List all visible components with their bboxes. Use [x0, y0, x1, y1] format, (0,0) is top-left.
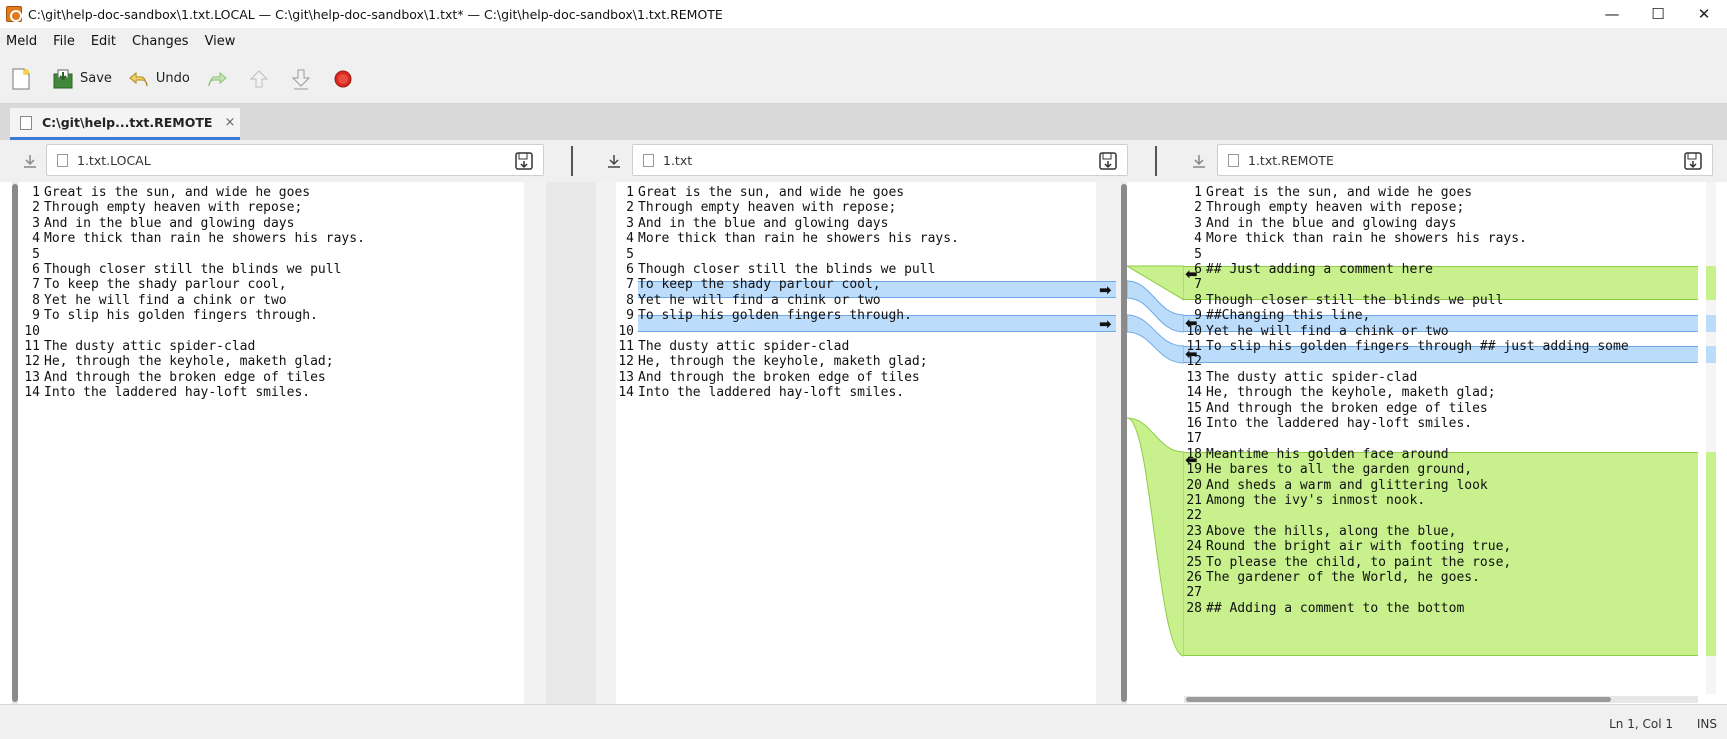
menu-view[interactable]: View: [199, 34, 242, 49]
undo-label: Undo: [155, 71, 190, 86]
diff-link-map: [1127, 265, 1184, 657]
line-text: Into the laddered hay-loft smiles.: [1206, 416, 1473, 431]
arrow-down-icon: [291, 69, 311, 89]
left-gutter: [524, 182, 546, 704]
right-file-name: 1.txt.REMOTE: [1248, 152, 1334, 168]
tab-bar: C:\git\help...txt.REMOTE ×: [0, 104, 1727, 140]
right-overview-map[interactable]: [1706, 182, 1716, 694]
arrow-up-icon: [249, 69, 269, 87]
line-number: 14: [24, 385, 40, 401]
right-save-icon[interactable]: [1684, 152, 1702, 170]
next-change-button[interactable]: [290, 68, 312, 90]
menu-file[interactable]: File: [47, 34, 81, 49]
save-icon: [52, 68, 74, 90]
pull-left-arrow-icon[interactable]: ⬅: [1185, 346, 1198, 363]
minimize-button[interactable]: —: [1589, 0, 1635, 28]
maximize-button[interactable]: ☐: [1635, 0, 1681, 28]
left-text-pane[interactable]: 1 Great is the sun, and wide he goes 2 Thro…: [22, 182, 546, 704]
right-horizontal-scrollbar[interactable]: [1184, 696, 1698, 703]
line-text: Into the laddered hay-loft smiles.: [638, 385, 905, 401]
window-controls: — ☐ ✕: [1589, 0, 1727, 28]
line-number: 28: [1186, 600, 1202, 616]
undo-icon: [128, 68, 150, 90]
pull-left-arrow-icon[interactable]: ⬅: [1185, 266, 1198, 283]
pull-left-arrow-icon[interactable]: ⬅: [1185, 315, 1198, 332]
middle-gutter-right: [1096, 182, 1122, 704]
line-text: Among the ivy's inmost nook.: [1206, 493, 1426, 508]
open-right-file-icon[interactable]: [1191, 153, 1207, 169]
window-title: C:\git\help-doc-sandbox\1.txt.LOCAL — C:…: [28, 6, 723, 22]
redo-icon: [208, 71, 227, 86]
line-text: To slip his golden fingers through.: [638, 308, 912, 324]
new-comparison-button[interactable]: [10, 68, 32, 90]
tab-label: C:\git\help...txt.REMOTE: [42, 115, 213, 130]
line-text: To slip his golden fingers through ## ju…: [1206, 339, 1629, 354]
cursor-position: Ln 1, Col 1: [1609, 717, 1673, 731]
push-right-arrow-icon[interactable]: ➡: [1099, 316, 1112, 333]
pull-left-arrow-icon[interactable]: ⬅: [1185, 452, 1198, 469]
left-document-icon: [57, 153, 68, 167]
left-file-name: 1.txt.LOCAL: [77, 152, 151, 168]
meld-app-icon: [6, 6, 22, 22]
right-file-box[interactable]: 1.txt.REMOTE: [1217, 144, 1713, 176]
link-map-left: [546, 182, 596, 704]
pane-separator: [571, 146, 573, 176]
menu-bar: Meld File Edit Changes View: [0, 28, 1727, 54]
stop-icon: [334, 70, 352, 87]
previous-change-button[interactable]: [248, 68, 270, 90]
save-label: Save: [80, 71, 112, 86]
right-text-pane[interactable]: 1 Great is the sun, and wide he goes 2 Thro…: [1184, 182, 1698, 704]
line-text: More thick than rain he showers his rays…: [638, 231, 959, 247]
toolbar: Save Undo: [0, 54, 1727, 104]
tab-close-icon[interactable]: ×: [224, 115, 235, 130]
menu-edit[interactable]: Edit: [85, 34, 122, 49]
middle-file-name: 1.txt: [663, 152, 693, 168]
line-text: More thick than rain he showers his rays…: [1206, 231, 1527, 247]
line-text: ## Adding a comment to the bottom: [1206, 600, 1465, 616]
pane-separator: [1155, 146, 1157, 176]
save-button[interactable]: Save: [52, 63, 112, 95]
right-document-icon: [1228, 153, 1239, 167]
menu-changes[interactable]: Changes: [126, 34, 195, 49]
line-text: To slip his golden fingers through.: [44, 308, 318, 324]
left-file-box[interactable]: 1.txt.LOCAL: [46, 144, 544, 176]
middle-file-box[interactable]: 1.txt: [632, 144, 1128, 176]
menu-meld[interactable]: Meld: [0, 34, 43, 49]
open-left-file-icon[interactable]: [22, 153, 38, 169]
left-save-icon[interactable]: [515, 152, 533, 170]
line-text: ## Just adding a comment here: [1206, 262, 1433, 277]
line-text: Into the laddered hay-loft smiles.: [44, 385, 311, 401]
redo-button[interactable]: [206, 68, 228, 90]
line-text: More thick than rain he showers his rays…: [44, 231, 365, 247]
line-number: 14: [618, 385, 634, 401]
line-text: The gardener of the World, he goes.: [1206, 570, 1480, 585]
title-bar: C:\git\help-doc-sandbox\1.txt.LOCAL — C:…: [0, 0, 1727, 28]
insert-mode: INS: [1696, 717, 1717, 731]
file-header-row: 1.txt.LOCAL 1.txt 1.txt.REMOTE: [0, 140, 1727, 182]
left-scrollbar[interactable]: [12, 182, 18, 704]
document-icon: [20, 115, 32, 130]
stop-button[interactable]: [332, 68, 354, 90]
push-right-arrow-icon[interactable]: ➡: [1099, 282, 1112, 299]
tab-comparison[interactable]: C:\git\help...txt.REMOTE ×: [10, 108, 240, 140]
middle-text-pane[interactable]: 1 Great is the sun, and wide he goes 2 Thro…: [616, 182, 1096, 704]
middle-document-icon: [643, 153, 654, 167]
close-window-button[interactable]: ✕: [1681, 0, 1727, 28]
status-bar: Ln 1, Col 1 INS: [0, 704, 1727, 739]
undo-button[interactable]: Undo: [128, 63, 190, 95]
open-middle-file-icon[interactable]: [606, 153, 622, 169]
middle-save-icon[interactable]: [1099, 152, 1117, 170]
new-document-icon: [12, 68, 30, 89]
